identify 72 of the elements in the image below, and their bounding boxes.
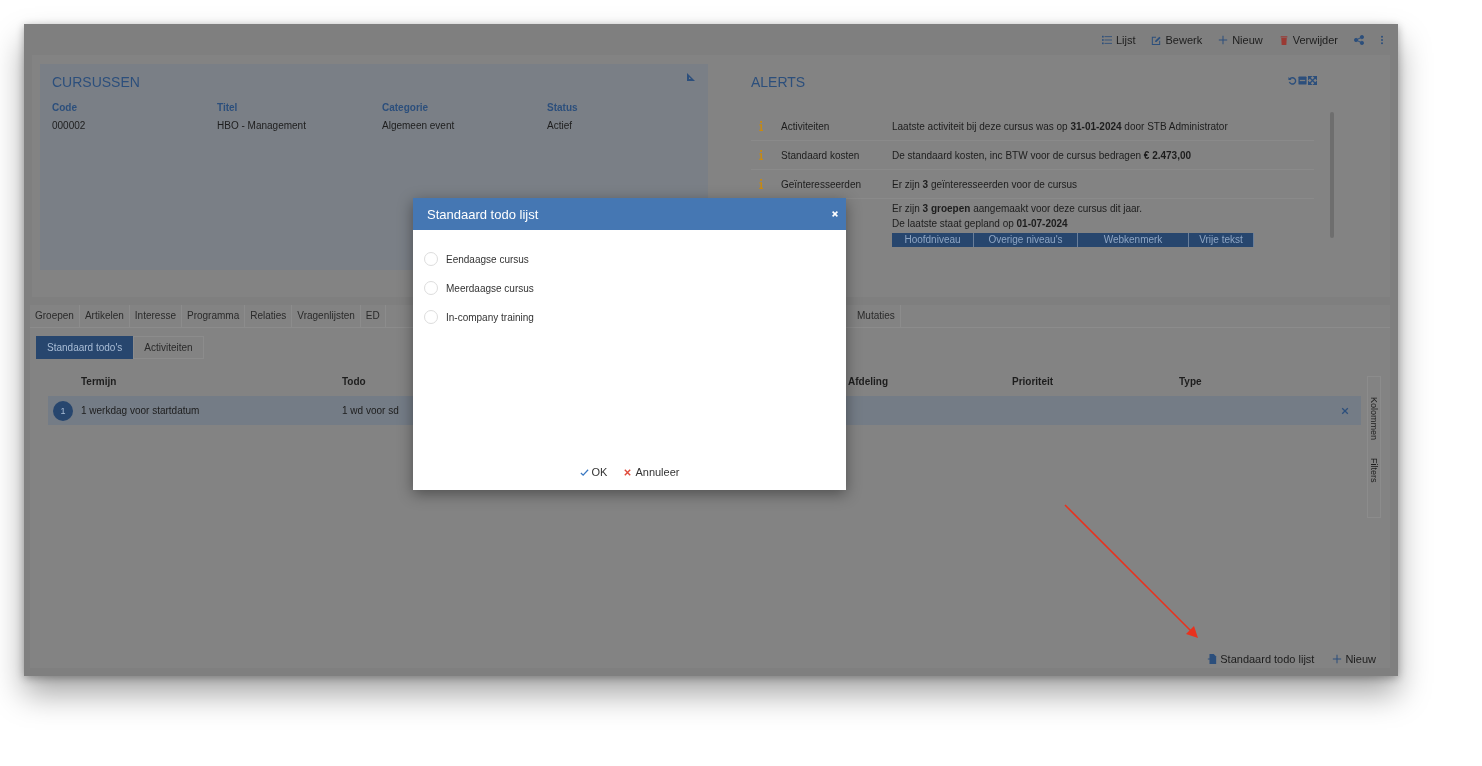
dialog-title: Standaard todo lijst [427,206,539,222]
trash-icon [1278,34,1289,45]
column-header: Categorie [382,102,430,113]
alert-text: De laatste staat gepland op 01-07-2024 [892,218,1069,229]
document-icon [1207,654,1218,664]
tab[interactable]: ED [360,305,386,327]
alert-label: Standaard kosten [781,149,861,161]
alert-label: Activiteiten [781,120,831,132]
alert-text: De standaard kosten, inc BTW voor de cursus bedragen € 2.473,00 [892,149,1192,161]
alert-text: Er zijn 3 groepen aangemaakt voor deze cursus dit jaar. [892,203,1144,214]
footer-button[interactable]: Standaard todo lijst [1207,653,1315,665]
level-tab[interactable]: Webkenmerk [1078,233,1189,247]
option-label: Eendaagse cursus [446,253,529,265]
tab[interactable]: Groepen [30,305,80,327]
refresh-icon[interactable] [1288,76,1297,85]
share-icon[interactable] [1354,34,1364,45]
option-label: In-company training [446,311,534,323]
plus-icon [1332,654,1343,664]
column-header: Todo [342,375,367,387]
option-label: Meerdaagse cursus [446,282,534,294]
field-value: HBO - Management [217,120,307,131]
toolbar-button[interactable]: Lijst [1101,33,1136,46]
field-value: 000002 [52,120,87,131]
check-icon [579,467,589,477]
level-tab[interactable]: Vrije tekst [1189,233,1254,247]
tab[interactable]: Artikelen [79,305,130,327]
number-badge: 1 [53,400,73,421]
info-icon [759,121,763,131]
collapse-icon[interactable] [1298,76,1307,85]
alert-text: Laatste activiteit bij deze cursus was op 31-01-2024 door STB Administrator [892,120,1228,132]
info-icon [759,150,763,160]
alert-text: Er zijn 3 geïnteresseerden voor de cursus [892,178,1078,190]
tab[interactable]: Relaties [245,305,293,327]
table-cell-text: 1 wd voor sd [342,405,400,416]
tab[interactable]: Mutaties [852,305,901,327]
column-header: Termijn [81,375,118,387]
column-header: Status [547,102,579,113]
level-tab[interactable]: Overige niveau's [974,233,1078,247]
level-tab[interactable]: Hoofdniveau [892,233,974,247]
edit-icon [1151,34,1162,45]
more-icon[interactable] [1380,34,1384,45]
side-tab[interactable]: Kolommen [1369,397,1379,441]
column-header: Prioriteit [1012,375,1055,387]
ruler-icon[interactable] [686,72,696,82]
list-icon [1101,34,1112,45]
card-title: ALERTS [751,74,806,90]
alert-label: Geïnteresseerden [781,178,863,190]
footer-button[interactable]: Nieuw [1332,653,1376,665]
card-title: CURSUSSEN [52,74,140,90]
info-icon [759,179,763,189]
expand-icon[interactable] [1308,76,1317,85]
tab[interactable]: Interesse [129,305,182,327]
side-tab[interactable]: Filters [1369,458,1379,483]
column-header: Titel [217,102,239,113]
ok-button[interactable]: OK [579,466,608,478]
plus-icon [1218,34,1229,45]
close-icon[interactable] [1341,406,1349,415]
toolbar-button[interactable]: Nieuw [1218,33,1263,46]
toolbar-button[interactable]: Bewerk [1151,33,1203,46]
column-header: Afdeling [848,375,889,387]
sub-tab[interactable]: Activiteiten [133,336,204,359]
tab[interactable]: Vragenlijsten [292,305,361,327]
tab[interactable]: Programma [181,305,246,327]
column-header: Code [52,102,78,113]
toolbar-button[interactable]: Verwijder [1278,33,1338,46]
close-icon [623,467,633,477]
sub-tab[interactable]: Standaard todo's [36,336,134,359]
field-value: Algemeen event [382,120,456,131]
column-header: Type [1179,375,1203,387]
field-value: Actief [547,120,573,131]
cancel-button[interactable]: Annuleer [623,466,680,478]
table-cell-text: 1 werkdag voor startdatum [81,405,201,416]
